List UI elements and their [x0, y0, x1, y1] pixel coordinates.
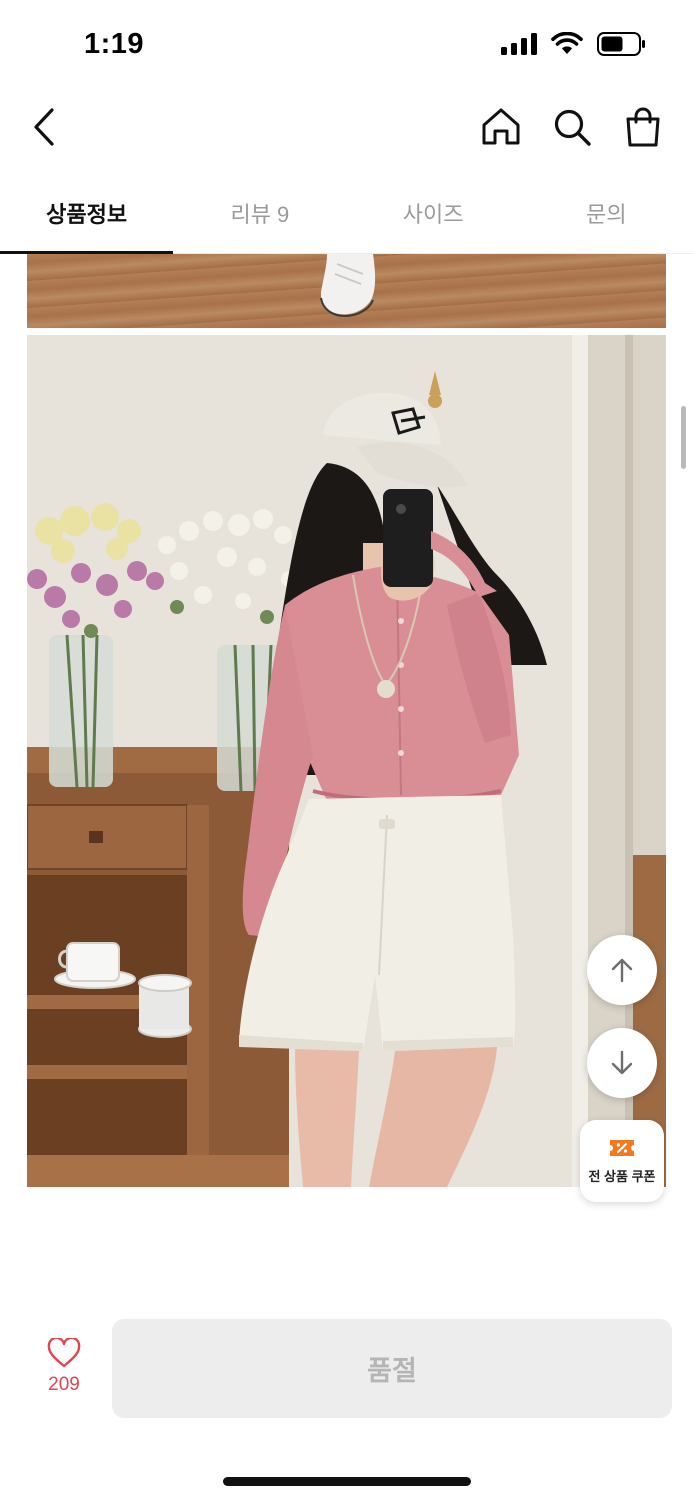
soldout-button[interactable]: 품절	[112, 1319, 672, 1418]
nav-bar	[0, 90, 693, 170]
all-product-coupon-button[interactable]: 전 상품 쿠폰	[580, 1120, 664, 1202]
product-photo	[27, 335, 666, 1187]
coupon-ticket-icon	[610, 1139, 634, 1156]
status-icons	[501, 32, 647, 56]
status-bar: 1:19	[0, 0, 693, 90]
scroll-bottom-button[interactable]	[587, 1028, 657, 1098]
shopping-bag-icon	[626, 107, 660, 147]
arrow-down-icon	[611, 1050, 633, 1075]
home-icon	[482, 108, 520, 145]
scroll-top-button[interactable]	[587, 935, 657, 1005]
scroll-indicator[interactable]	[681, 406, 686, 469]
tab-size[interactable]: 사이즈	[347, 172, 520, 253]
tab-reviews[interactable]: 리뷰 9	[173, 172, 346, 253]
tab-product-info[interactable]: 상품정보	[0, 172, 174, 254]
heart-icon	[47, 1338, 81, 1368]
like-count: 209	[48, 1374, 80, 1395]
home-button[interactable]	[478, 104, 524, 150]
wifi-icon	[551, 32, 583, 54]
signal-icon	[501, 33, 537, 55]
search-button[interactable]	[549, 104, 595, 150]
product-image-main	[27, 335, 666, 1187]
product-tabs: 상품정보 리뷰 9 사이즈 문의	[0, 172, 693, 254]
back-icon	[34, 108, 54, 146]
arrow-up-icon	[611, 958, 633, 983]
coupon-label: 전 상품 쿠폰	[588, 1168, 656, 1184]
status-time: 1:19	[84, 28, 145, 60]
battery-icon	[597, 32, 645, 56]
cart-button[interactable]	[620, 104, 666, 150]
search-icon	[554, 109, 591, 146]
home-indicator[interactable]	[223, 1477, 471, 1486]
product-image-top	[27, 254, 666, 328]
tab-inquiry[interactable]: 문의	[520, 172, 693, 253]
product-photo-floor	[320, 254, 376, 318]
like-button[interactable]: 209	[30, 1338, 98, 1410]
back-button[interactable]	[22, 104, 66, 150]
